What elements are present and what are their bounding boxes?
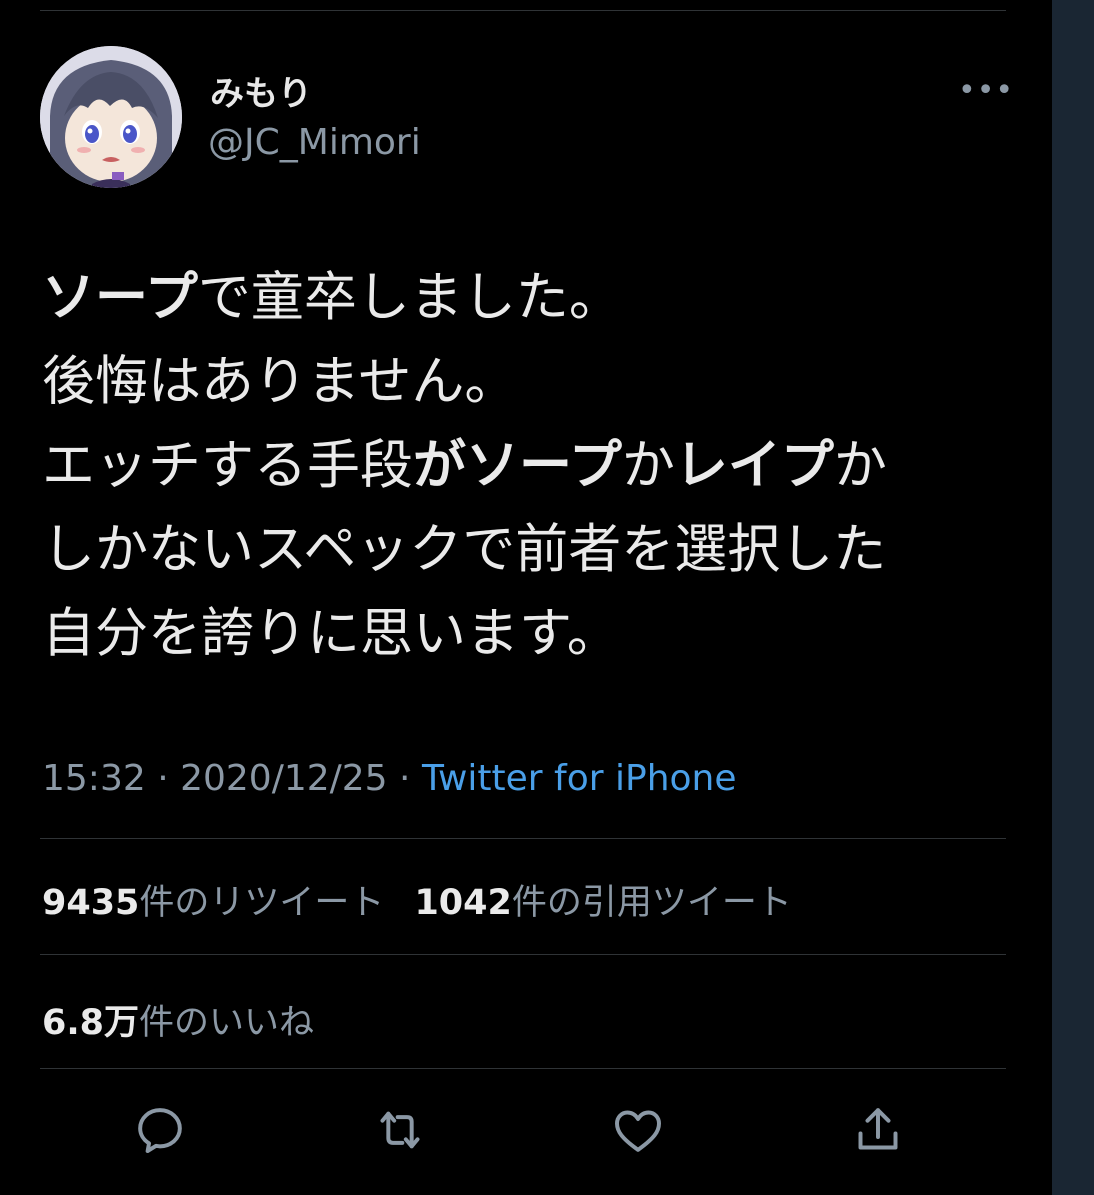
reply-icon <box>138 1108 182 1153</box>
tweet-text-line: エッチする手段がソープかレイプか <box>42 424 1002 508</box>
retweets-link[interactable]: 9435件のリツイート <box>42 883 384 923</box>
likes-stats-row: 6.8万件のいいね <box>42 994 314 1045</box>
reply-button[interactable] <box>132 1102 192 1162</box>
tweet-text: ソープで童卒しました。 後悔はありません。 エッチする手段がソープかレイプか しかない… <box>42 256 1002 676</box>
share-button[interactable] <box>850 1102 910 1162</box>
tweet-text-run: エッチする手段 <box>42 435 413 496</box>
divider <box>40 838 1006 839</box>
quotes-link[interactable]: 1042件の引用ツイート <box>414 883 791 923</box>
retweet-label: 件のリツイート <box>139 883 385 923</box>
quote-count: 1042 <box>414 883 512 923</box>
tweet-text-run: か <box>621 435 675 496</box>
tweet-text-run: 自分を誇りに思います。 <box>42 603 620 664</box>
tweet-text-line: ソープで童卒しました。 <box>42 256 1002 340</box>
more-options-button[interactable]: ••• <box>958 76 1013 106</box>
divider <box>40 1068 1006 1069</box>
tweet-text-run: がソープ <box>413 435 622 496</box>
retweet-stats-row: 9435件のリツイート 1042件の引用ツイート <box>42 874 792 925</box>
more-icon: ••• <box>958 73 1015 108</box>
user-handle[interactable]: @JC_Mimori <box>208 122 421 163</box>
tweet-text-run: レイプ <box>674 435 834 496</box>
tweet-text-run: しかないスペックで前者を選択した <box>42 519 887 580</box>
retweet-button[interactable] <box>372 1102 432 1162</box>
tweet-text-run: で童卒しました。 <box>197 267 622 328</box>
divider <box>40 954 1006 955</box>
display-name[interactable]: みもり <box>210 66 312 115</box>
retweet-icon <box>380 1111 420 1149</box>
meta-separator: · <box>145 758 181 799</box>
tweet-date[interactable]: 2020/12/25 <box>180 758 388 799</box>
side-panel-strip <box>1052 0 1094 1195</box>
retweet-count: 9435 <box>42 883 140 923</box>
tweet-text-run: か <box>833 435 887 496</box>
tweet-text-run: 後悔はありません。 <box>42 351 518 412</box>
heart-icon <box>615 1110 661 1152</box>
tweet-detail: みもり @JC_Mimori ••• ソープで童卒しました。 後悔はありません。エ… <box>0 0 1052 1195</box>
action-bar <box>0 1102 1052 1162</box>
quote-label: 件の引用ツイート <box>511 883 792 923</box>
like-label: 件のいいね <box>139 1003 315 1043</box>
tweet-text-line: しかないスペックで前者を選択した <box>42 508 1002 592</box>
like-button[interactable] <box>610 1102 670 1162</box>
tweet-time: 15:32 <box>42 758 146 799</box>
tweet-meta: 15:32 · 2020/12/25 · Twitter for iPhone <box>42 758 737 799</box>
avatar-image <box>40 46 182 188</box>
meta-separator-2: · <box>387 758 422 799</box>
tweet-text-run: ソープ <box>42 267 198 328</box>
tweet-source-link[interactable]: Twitter for iPhone <box>422 758 737 799</box>
avatar[interactable] <box>40 46 182 188</box>
tweet-text-line: 後悔はありません。 <box>42 340 1002 424</box>
tweet-text-line: 自分を誇りに思います。 <box>42 592 1002 676</box>
share-icon <box>858 1108 898 1150</box>
likes-link[interactable]: 6.8万件のいいね <box>42 1003 314 1043</box>
like-count: 6.8万 <box>42 1003 140 1043</box>
